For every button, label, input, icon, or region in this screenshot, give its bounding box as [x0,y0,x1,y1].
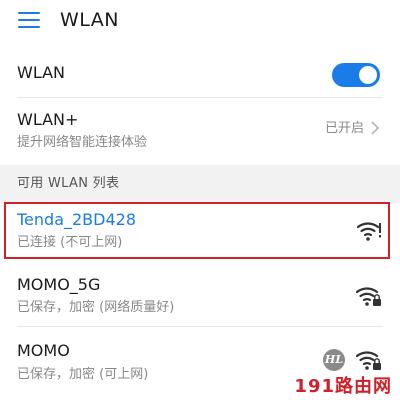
hilink-badge-icon: HL [323,349,345,371]
section-label: 可用 WLAN 列表 [17,176,120,191]
wlan-plus-status: 已开启 [324,121,364,136]
wifi-lock-icon [356,287,381,306]
network-item[interactable]: MOMO_5G 已保存，加密 (网络质量好) [0,263,400,325]
network-name: MOMO_5G [17,275,101,294]
network-name: MOMO [17,341,70,360]
wlan-plus-label: WLAN+ [17,110,79,129]
available-networks-section-header: 可用 WLAN 列表 [0,165,400,203]
network-status: 已保存，加密 (可上网) [17,367,149,382]
connected-network-highlight [4,202,390,259]
wlan-toggle-label: WLAN [17,63,66,82]
wlan-plus-description: 提升网络智能连接体验 [17,135,148,150]
wlan-plus-row[interactable]: WLAN+ 提升网络智能连接体验 已开启 [0,98,400,164]
site-watermark: 191路由网 [294,376,392,397]
page-title: WLAN [60,9,120,31]
chevron-right-icon [371,121,380,135]
wlan-toggle-row[interactable]: WLAN [0,50,400,98]
hamburger-menu-icon[interactable] [18,10,40,30]
app-header: WLAN [0,0,400,44]
toggle-knob [359,66,377,84]
wlan-toggle-switch[interactable] [332,63,380,87]
network-status: 已保存，加密 (网络质量好) [17,300,175,315]
wifi-lock-icon [356,351,381,370]
